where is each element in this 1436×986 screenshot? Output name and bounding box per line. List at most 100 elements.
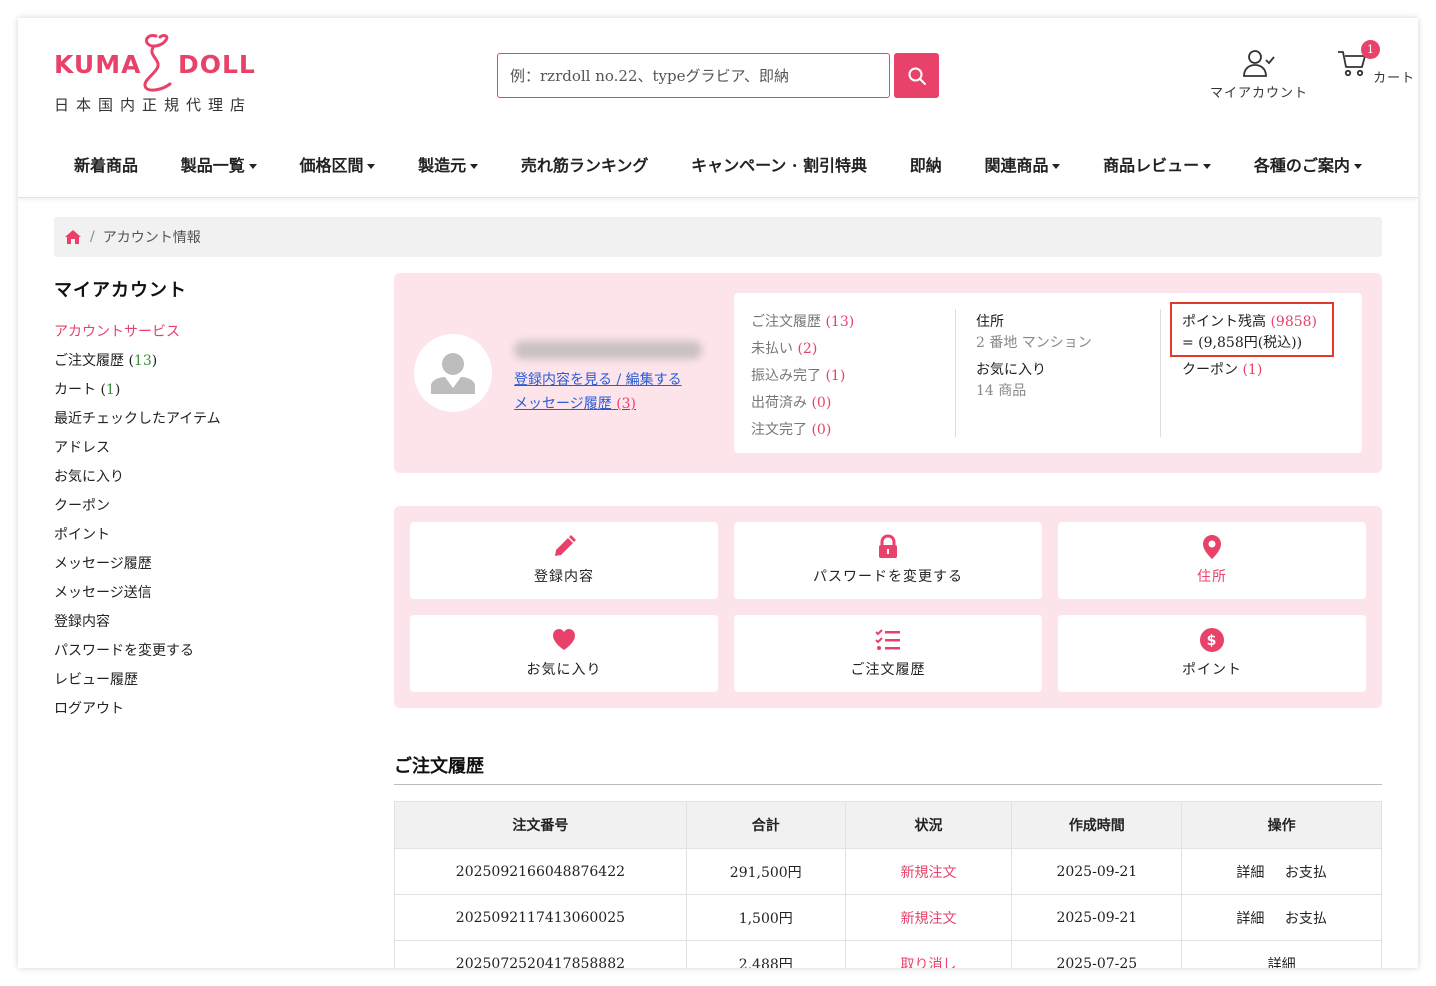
col-actions: 操作 (1181, 801, 1382, 849)
caret-down-icon (470, 164, 479, 169)
nav-in-stock[interactable]: 即納 (890, 148, 962, 180)
my-account-button[interactable]: マイアカウント (1210, 48, 1308, 101)
stat-unpaid[interactable]: 未払い (2) (751, 338, 854, 365)
breadcrumb-current: アカウント情報 (102, 230, 201, 246)
caret-down-icon (367, 164, 376, 169)
tile-change-password[interactable]: パスワードを変更する (734, 522, 1042, 599)
message-count: (3) (616, 396, 637, 412)
account-sidebar: マイアカウント アカウントサービス ご注文履歴 (13) カート (1) 最近チ… (54, 276, 354, 728)
sidebar-item-cart[interactable]: カート (1) (54, 380, 354, 409)
search-button[interactable] (894, 53, 939, 98)
account-stats-card: ご注文履歴 (13) 未払い (2) 振込み完了 (1) 出荷済み (0) 注文… (734, 293, 1362, 453)
search-icon (908, 67, 926, 85)
order-date: 2025-09-21 (1011, 848, 1183, 895)
nav-guide[interactable]: 各種のご案内 (1234, 148, 1382, 180)
main-nav: 新着商品 製品一覧 価格区間 製造元 売れ筋ランキング キャンペーン · 割引特… (54, 148, 1382, 180)
tile-address[interactable]: 住所 (1058, 522, 1366, 599)
order-pay-link[interactable]: お支払 (1285, 911, 1327, 927)
nav-products[interactable]: 製品一覧 (161, 148, 277, 180)
nav-related[interactable]: 関連商品 (964, 148, 1080, 180)
svg-text:$: $ (1207, 633, 1218, 649)
sidebar-item-account-service[interactable]: アカウントサービス (54, 322, 354, 351)
cart-button[interactable]: 1 カート (1336, 40, 1415, 86)
sidebar-item-message-history[interactable]: メッセージ履歴 (54, 554, 354, 583)
sidebar-item-coupon[interactable]: クーポン (54, 496, 354, 525)
table-header-row: 注文番号 合計 状況 作成時間 操作 (394, 801, 1382, 849)
sidebar-item-review-history[interactable]: レビュー履歴 (54, 670, 354, 699)
table-row: 2025092117413060025 1,500円 新規注文 2025-09-… (394, 894, 1382, 941)
section-divider (394, 784, 1382, 785)
caret-down-icon (248, 164, 257, 169)
order-detail-link[interactable]: 詳細 (1236, 911, 1264, 927)
points-yen-value: = (9,858円(税込)) (1182, 335, 1303, 351)
map-pin-icon (1203, 535, 1221, 559)
order-actions: 詳細 お支払 (1181, 848, 1382, 895)
order-detail-link[interactable]: 詳細 (1236, 865, 1264, 881)
my-account-label: マイアカウント (1210, 86, 1309, 101)
search-input[interactable] (497, 53, 890, 98)
cart-count-badge: 1 (1361, 40, 1380, 59)
address-label: 住所 (976, 314, 1004, 330)
nav-manufacturer[interactable]: 製造元 (398, 148, 498, 180)
sidebar-item-order-history[interactable]: ご注文履歴 (13) (54, 351, 354, 380)
stat-orders[interactable]: ご注文履歴 (13) (751, 311, 854, 338)
message-history-link[interactable]: メッセージ履歴 (3) (514, 393, 636, 413)
lock-icon (879, 534, 897, 558)
tile-order-history[interactable]: ご注文履歴 (734, 615, 1042, 692)
sidebar-item-recently-viewed[interactable]: 最近チェックしたアイテム (54, 409, 354, 438)
nav-ranking[interactable]: 売れ筋ランキング (501, 148, 669, 180)
col-total: 合計 (685, 801, 846, 849)
tile-favorites[interactable]: お気に入り (410, 615, 718, 692)
order-history-count: 13 (133, 353, 152, 369)
sidebar-item-address[interactable]: アドレス (54, 438, 354, 467)
order-number: 2025092166048876422 (394, 848, 687, 895)
sidebar-item-registration[interactable]: 登録内容 (54, 612, 354, 641)
breadcrumb: / アカウント情報 (54, 217, 1382, 257)
logo-figure-icon (143, 34, 172, 92)
breadcrumb-separator: / (90, 229, 95, 245)
order-detail-link[interactable]: 詳細 (1268, 957, 1296, 969)
browser-page: KUMA DOLL 日本国内正規代理店 マイアカウント (18, 18, 1418, 968)
stat-shipped[interactable]: 出荷済み (0) (751, 392, 854, 419)
address-value: 2 番地 マンション (976, 335, 1092, 351)
nav-reviews[interactable]: 商品レビュー (1083, 148, 1231, 180)
order-pay-link[interactable]: お支払 (1285, 865, 1327, 881)
order-number: 2025072520417858882 (394, 940, 687, 968)
stat-transfer-done[interactable]: 振込み完了 (1) (751, 365, 854, 392)
site-logo[interactable]: KUMA DOLL 日本国内正規代理店 (54, 32, 264, 118)
tile-points[interactable]: $ ポイント (1058, 615, 1366, 692)
nav-campaign[interactable]: キャンペーン · 割引特典 (671, 148, 887, 180)
order-status: 取り消し (844, 940, 1013, 968)
sidebar-item-send-message[interactable]: メッセージ送信 (54, 583, 354, 612)
caret-down-icon (1203, 164, 1212, 169)
pencil-icon (555, 535, 576, 556)
dollar-coin-icon: $ (1200, 628, 1224, 652)
logo-subtitle: 日本国内正規代理店 (54, 96, 253, 114)
order-status: 新規注文 (844, 894, 1013, 941)
account-summary-panel: 登録内容を見る / 編集する メッセージ履歴 (3) ご注文履歴 (13) 未払… (394, 273, 1382, 473)
nav-price-range[interactable]: 価格区間 (279, 148, 395, 180)
order-status: 新規注文 (844, 848, 1013, 895)
sidebar-item-points[interactable]: ポイント (54, 525, 354, 554)
nav-new-arrivals[interactable]: 新着商品 (54, 148, 158, 180)
sidebar-title: マイアカウント (54, 280, 187, 301)
favorites-value: 14 商品 (976, 383, 1027, 399)
edit-profile-link[interactable]: 登録内容を見る / 編集する (514, 369, 682, 389)
stat-completed[interactable]: 注文完了 (0) (751, 419, 854, 446)
sidebar-item-change-password[interactable]: パスワードを変更する (54, 641, 354, 670)
coupon-count[interactable]: クーポン (1) (1182, 359, 1317, 379)
table-row: 2025092166048876422 291,500円 新規注文 2025-0… (394, 848, 1382, 895)
sidebar-item-favorites[interactable]: お気に入り (54, 467, 354, 496)
points-balance[interactable]: ポイント残高 (9858) (1182, 311, 1317, 332)
caret-down-icon (1353, 164, 1362, 169)
order-number: 2025092117413060025 (394, 894, 687, 941)
col-created: 作成時間 (1011, 801, 1183, 849)
order-date: 2025-09-21 (1011, 894, 1183, 941)
sidebar-item-logout[interactable]: ログアウト (54, 699, 354, 728)
favorites-label[interactable]: お気に入り (976, 359, 1092, 380)
col-order-number: 注文番号 (394, 801, 687, 849)
site-header: KUMA DOLL 日本国内正規代理店 マイアカウント (18, 18, 1418, 198)
logo-text-left: KUMA (54, 50, 142, 79)
home-icon[interactable] (64, 229, 82, 245)
tile-registration[interactable]: 登録内容 (410, 522, 718, 599)
